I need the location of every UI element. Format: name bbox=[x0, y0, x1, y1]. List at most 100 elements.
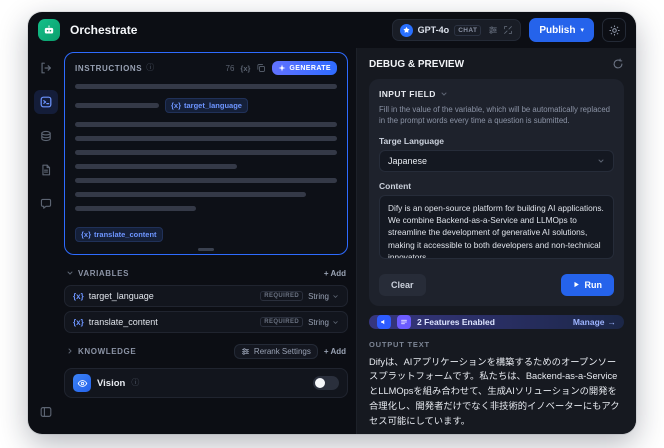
manage-features-link[interactable]: Manage → bbox=[573, 317, 616, 327]
publish-label: Publish bbox=[539, 24, 576, 36]
chevron-right-icon bbox=[68, 348, 72, 354]
robot-icon bbox=[44, 25, 54, 34]
app-window: Orchestrate GPT-4o CHAT Publish ▾ INSTRU… bbox=[28, 12, 636, 434]
required-badge: REQUIRED bbox=[260, 317, 304, 327]
input-field-header[interactable]: INPUT FIELD bbox=[379, 89, 614, 99]
char-count: 76 bbox=[225, 63, 235, 73]
gear-icon bbox=[608, 24, 620, 36]
app-header: Orchestrate GPT-4o CHAT Publish ▾ bbox=[28, 12, 636, 48]
run-label: Run bbox=[584, 279, 603, 290]
variable-name: translate_content bbox=[88, 317, 158, 327]
app-logo[interactable] bbox=[38, 19, 60, 41]
input-field-description: Fill in the value of the variable, which… bbox=[379, 105, 610, 126]
run-button[interactable]: Run bbox=[560, 273, 614, 296]
variable-chip-label: target_language bbox=[184, 101, 242, 110]
refresh-icon[interactable] bbox=[612, 58, 624, 70]
variable-chip-label: translate_content bbox=[94, 230, 157, 239]
copy-icon[interactable] bbox=[256, 63, 266, 73]
sparkle-icon bbox=[278, 64, 286, 72]
collapse-panel-icon[interactable] bbox=[34, 400, 58, 424]
orchestrate-panel: INSTRUCTIONS ⓘ 76 {x} GENERATE {x} targe… bbox=[64, 48, 356, 434]
knowledge-header[interactable]: KNOWLEDGE Rerank Settings + Add bbox=[64, 343, 348, 359]
features-enabled-bar: 2 Features Enabled Manage → bbox=[369, 314, 624, 329]
model-settings-icons bbox=[488, 25, 513, 35]
settings-button[interactable] bbox=[602, 18, 626, 42]
target-language-select[interactable]: Japanese bbox=[379, 149, 614, 172]
variable-type-label: String bbox=[308, 317, 329, 327]
add-variable-button[interactable]: + Add bbox=[324, 269, 346, 278]
insert-variable-icon[interactable]: {x} bbox=[240, 64, 250, 73]
sidebar-item-datasets[interactable] bbox=[34, 124, 58, 148]
variable-chip-translate-content[interactable]: {x} translate_content bbox=[75, 227, 163, 242]
content-label: Content bbox=[379, 180, 412, 191]
arrow-right-icon: → bbox=[607, 316, 617, 327]
publish-button[interactable]: Publish ▾ bbox=[529, 18, 594, 42]
left-icon-rail bbox=[28, 48, 64, 434]
toggle-knob bbox=[315, 378, 325, 388]
info-icon[interactable]: ⓘ bbox=[131, 379, 139, 387]
page-title: Orchestrate bbox=[70, 23, 138, 37]
target-language-label: Targe Language bbox=[379, 135, 445, 146]
eye-icon bbox=[73, 374, 91, 392]
chevron-down-icon bbox=[598, 159, 604, 163]
instructions-title: INSTRUCTIONS bbox=[75, 63, 143, 73]
instructions-editor[interactable]: INSTRUCTIONS ⓘ 76 {x} GENERATE {x} targe… bbox=[64, 52, 348, 255]
vision-toggle[interactable] bbox=[313, 376, 339, 390]
variable-token: {x} bbox=[171, 101, 182, 110]
variable-token: {x} bbox=[73, 317, 84, 327]
content-input[interactable]: Dify is an open-source platform for buil… bbox=[379, 194, 614, 259]
vision-label: Vision bbox=[97, 377, 126, 389]
chevron-down-icon bbox=[67, 271, 73, 275]
variable-type-select[interactable]: String bbox=[308, 318, 339, 327]
model-provider-icon bbox=[399, 23, 413, 37]
exit-app-icon[interactable] bbox=[34, 56, 58, 80]
sidebar-item-annotations[interactable] bbox=[34, 192, 58, 216]
add-knowledge-button[interactable]: + Add bbox=[324, 347, 346, 356]
variable-token: {x} bbox=[81, 230, 92, 239]
model-selector[interactable]: GPT-4o CHAT bbox=[391, 19, 522, 41]
output-text-title: OUTPUT TEXT bbox=[369, 339, 430, 349]
sidebar-item-orchestrate[interactable] bbox=[34, 90, 58, 114]
chevron-down-icon: ▾ bbox=[580, 26, 584, 34]
sliders-icon bbox=[241, 347, 249, 355]
speech-feature-icon bbox=[377, 314, 391, 329]
resize-handle[interactable] bbox=[198, 248, 214, 251]
required-badge: REQUIRED bbox=[260, 291, 304, 301]
knowledge-title: KNOWLEDGE bbox=[78, 346, 137, 356]
manage-label: Manage bbox=[572, 316, 605, 327]
debug-preview-title: DEBUG & PREVIEW bbox=[369, 58, 465, 70]
variable-token: {x} bbox=[73, 291, 84, 301]
variable-type-select[interactable]: String bbox=[308, 292, 339, 301]
variable-type-label: String bbox=[308, 291, 329, 301]
vision-feature-row: Vision ⓘ bbox=[64, 368, 348, 398]
prompt-skeleton: {x} target_language {x} translate_conten… bbox=[75, 84, 337, 242]
variable-row[interactable]: {x} target_language REQUIRED String bbox=[64, 285, 348, 307]
features-enabled-label: 2 Features Enabled bbox=[417, 316, 495, 327]
sliders-icon[interactable] bbox=[488, 25, 498, 35]
generate-label: GENERATE bbox=[289, 64, 331, 72]
chevron-down-icon bbox=[333, 294, 338, 298]
rerank-settings-label: Rerank Settings bbox=[253, 346, 311, 356]
info-icon[interactable]: ⓘ bbox=[146, 64, 154, 72]
rerank-settings-button[interactable]: Rerank Settings bbox=[233, 343, 318, 359]
variable-row[interactable]: {x} translate_content REQUIRED String bbox=[64, 311, 348, 333]
target-language-value: Japanese bbox=[388, 155, 428, 166]
input-field-title: INPUT FIELD bbox=[379, 89, 436, 99]
variable-name: target_language bbox=[88, 291, 154, 301]
chevron-down-icon bbox=[441, 92, 447, 96]
play-icon bbox=[573, 281, 579, 288]
expand-icon[interactable] bbox=[503, 25, 513, 35]
model-name: GPT-4o bbox=[417, 25, 450, 35]
chat-mode-badge: CHAT bbox=[454, 24, 482, 36]
variable-chip-target-language[interactable]: {x} target_language bbox=[165, 98, 248, 113]
output-text: Difyは、AIアプリケーションを構築するためのオープンソースプラットフォームで… bbox=[369, 356, 620, 427]
variables-header[interactable]: VARIABLES + Add bbox=[64, 265, 348, 281]
input-field-card: INPUT FIELD Fill in the value of the var… bbox=[369, 79, 624, 306]
generate-button[interactable]: GENERATE bbox=[272, 61, 337, 75]
variables-title: VARIABLES bbox=[78, 268, 130, 278]
chevron-down-icon bbox=[333, 320, 338, 324]
debug-preview-panel: DEBUG & PREVIEW INPUT FIELD Fill in the … bbox=[356, 48, 636, 434]
citation-feature-icon bbox=[397, 314, 411, 329]
clear-button[interactable]: Clear bbox=[379, 273, 426, 296]
sidebar-item-logs[interactable] bbox=[34, 158, 58, 182]
